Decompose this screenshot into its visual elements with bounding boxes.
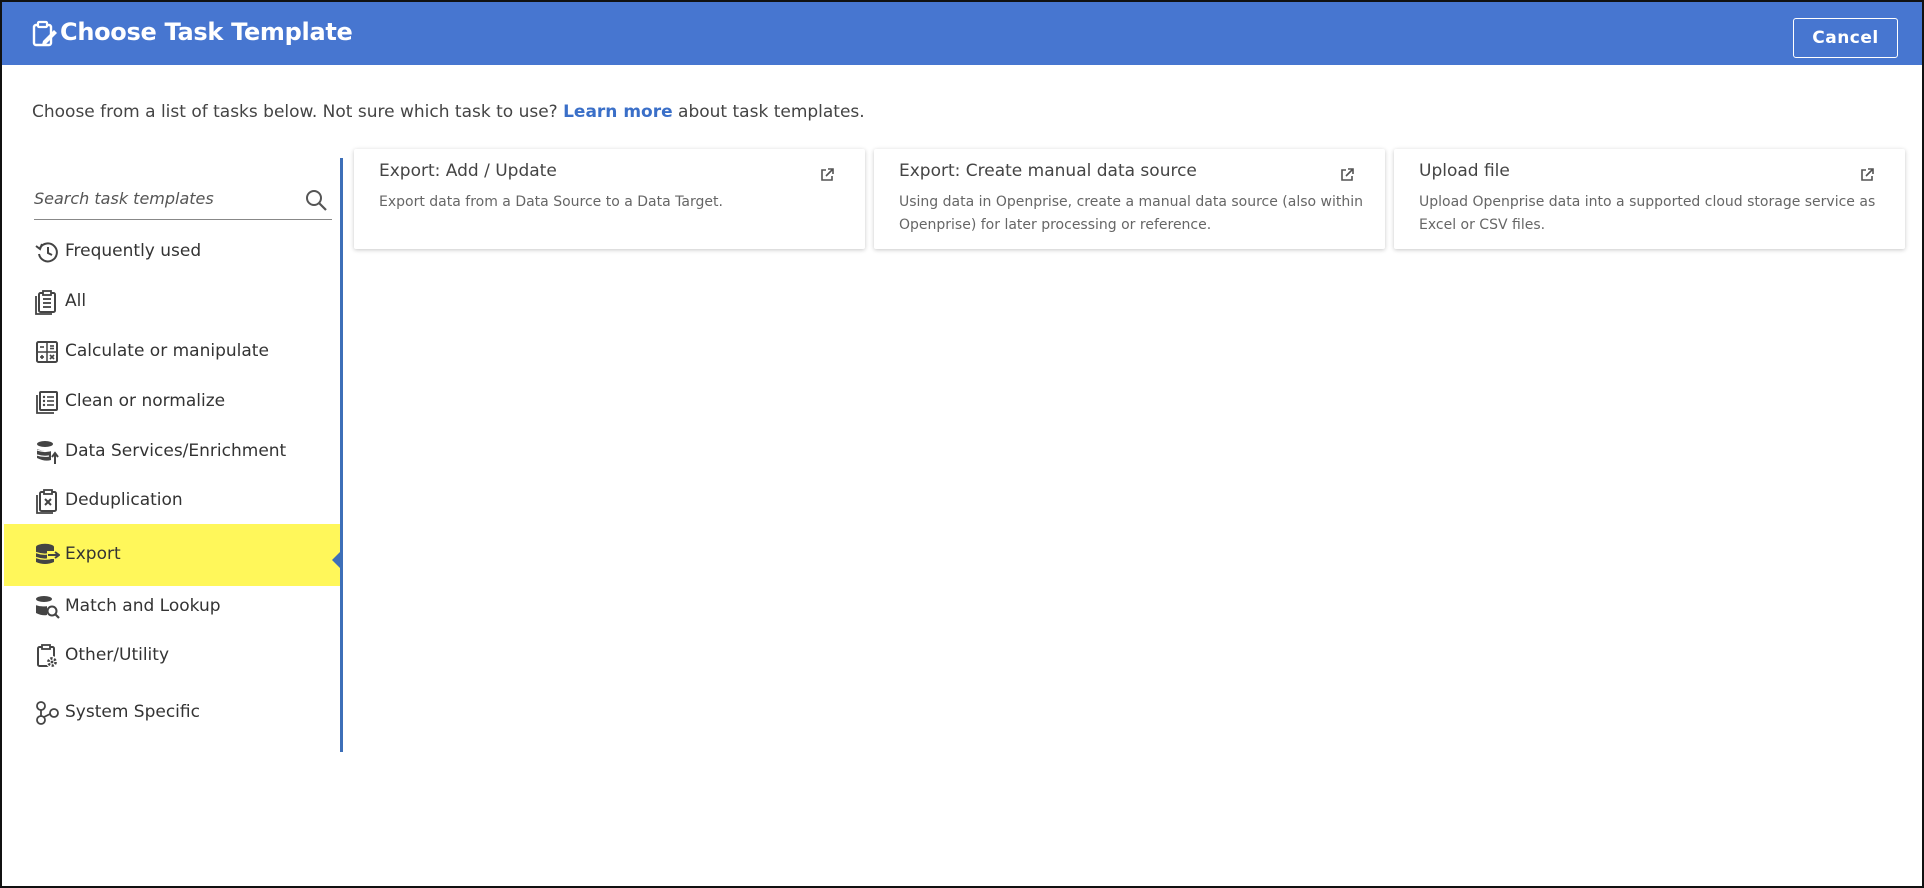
sidebar-item-label: Calculate or manipulate xyxy=(65,341,269,361)
sidebar-item-label: Clean or normalize xyxy=(65,391,226,411)
sidebar-item-label: Export xyxy=(65,544,121,564)
card-description: Using data in Openprise, create a manual… xyxy=(899,194,1364,233)
intro-text-before: Choose from a list of tasks below. Not s… xyxy=(32,102,558,122)
search-box xyxy=(34,180,332,220)
intro-text-after: about task templates. xyxy=(678,102,865,122)
search-input[interactable] xyxy=(34,180,294,216)
database-upload-icon xyxy=(36,441,59,464)
sidebar-item-clean[interactable]: Clean or normalize xyxy=(2,377,340,427)
sidebar-item-system-specific[interactable]: System Specific xyxy=(2,688,340,738)
sidebar-item-label: System Specific xyxy=(65,702,200,722)
database-export-icon xyxy=(35,543,60,564)
sidebar-item-label: All xyxy=(65,291,87,311)
open-external-icon[interactable] xyxy=(1859,167,1875,183)
active-indicator-arrow xyxy=(332,550,342,570)
open-external-icon[interactable] xyxy=(1339,167,1355,183)
clipboard-list-icon xyxy=(35,290,56,315)
dialog-header: Choose Task Template Cancel xyxy=(2,2,1922,65)
sidebar-item-calculate[interactable]: Calculate or manipulate xyxy=(2,327,340,377)
sidebar-item-export[interactable]: Export xyxy=(4,524,340,586)
sidebar-divider xyxy=(340,158,343,752)
card-title: Export: Create manual data source xyxy=(899,161,1197,181)
sidebar-item-label: Frequently used xyxy=(65,241,202,261)
sidebar-item-label: Other/Utility xyxy=(65,645,170,665)
template-card-export-add-update[interactable]: Export: Add / Update Export data from a … xyxy=(354,149,865,249)
dialog: Choose Task Template Cancel Choose from … xyxy=(0,0,1924,888)
history-icon xyxy=(35,242,58,263)
sidebar-item-label: Data Services/Enrichment xyxy=(65,441,287,461)
sidebar-item-match-lookup[interactable]: Match and Lookup xyxy=(2,582,340,632)
card-description: Upload Openprise data into a supported c… xyxy=(1419,194,1876,233)
template-card-upload-file[interactable]: Upload file Upload Openprise data into a… xyxy=(1394,149,1905,249)
card-title: Upload file xyxy=(1419,161,1510,181)
database-search-icon xyxy=(35,596,60,619)
sidebar-item-frequently-used[interactable]: Frequently used xyxy=(2,227,340,277)
dialog-title: Choose Task Template xyxy=(60,18,353,46)
clipboard-x-icon xyxy=(36,489,57,514)
template-card-create-manual-data-source[interactable]: Export: Create manual data source Using … xyxy=(874,149,1385,249)
card-description: Export data from a Data Source to a Data… xyxy=(379,194,723,210)
clean-list-icon xyxy=(36,391,58,414)
clipboard-edit-icon xyxy=(32,20,57,47)
cancel-button[interactable]: Cancel xyxy=(1793,18,1898,58)
sidebar-item-label: Deduplication xyxy=(65,490,183,510)
card-title: Export: Add / Update xyxy=(379,161,557,181)
search-icon[interactable] xyxy=(304,188,328,212)
nodes-icon xyxy=(36,701,59,725)
intro-text: Choose from a list of tasks below. Not s… xyxy=(32,102,865,122)
clipboard-gear-icon xyxy=(37,644,58,668)
calculator-icon xyxy=(36,341,58,363)
sidebar-item-label: Match and Lookup xyxy=(65,596,221,616)
sidebar-item-data-services[interactable]: Data Services/Enrichment xyxy=(2,427,340,477)
sidebar-item-all[interactable]: All xyxy=(2,277,340,327)
sidebar-item-deduplication[interactable]: Deduplication xyxy=(2,476,340,526)
open-external-icon[interactable] xyxy=(819,167,835,183)
sidebar-item-other-utility[interactable]: Other/Utility xyxy=(2,631,340,681)
learn-more-link[interactable]: Learn more xyxy=(563,102,673,122)
